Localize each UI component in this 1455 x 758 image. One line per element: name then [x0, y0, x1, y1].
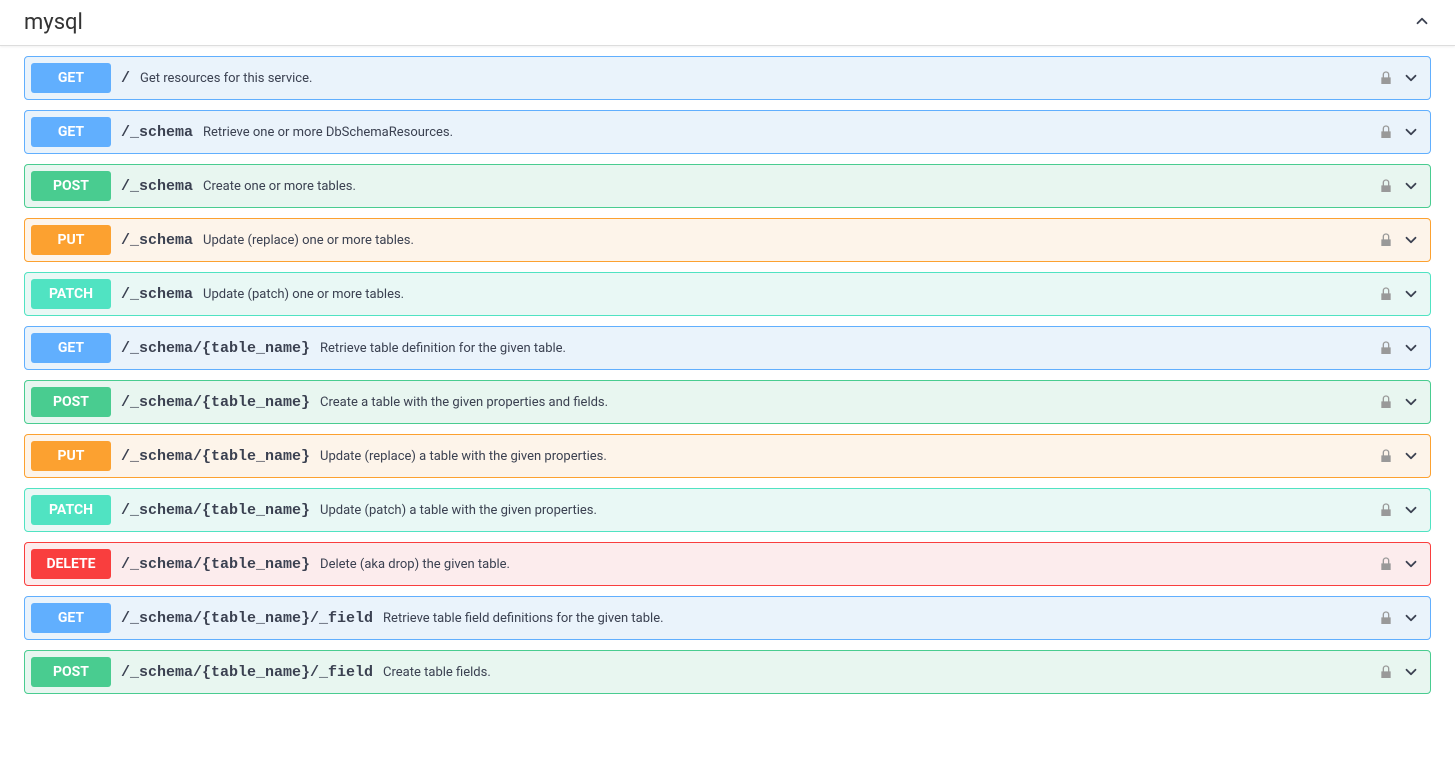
- chevron-down-icon[interactable]: [1402, 177, 1420, 195]
- endpoint-actions: [1378, 609, 1420, 627]
- lock-icon[interactable]: [1378, 394, 1394, 410]
- endpoint-path: /_schema/{table_name}/_field: [121, 610, 373, 627]
- endpoint-path: /_schema/{table_name}: [121, 448, 310, 465]
- lock-icon[interactable]: [1378, 610, 1394, 626]
- lock-icon[interactable]: [1378, 286, 1394, 302]
- endpoint-row[interactable]: PATCH /_schema Update (patch) one or more …: [24, 272, 1431, 316]
- endpoint-actions: [1378, 69, 1420, 87]
- chevron-down-icon[interactable]: [1402, 663, 1420, 681]
- endpoint-path: /_schema/{table_name}: [121, 556, 310, 573]
- method-badge: POST: [31, 171, 111, 201]
- section-title: mysql: [24, 10, 83, 35]
- endpoint-actions: [1378, 393, 1420, 411]
- endpoint-actions: [1378, 663, 1420, 681]
- endpoint-actions: [1378, 177, 1420, 195]
- lock-icon[interactable]: [1378, 556, 1394, 572]
- lock-icon[interactable]: [1378, 70, 1394, 86]
- endpoint-actions: [1378, 231, 1420, 249]
- endpoint-row[interactable]: GET /_schema Retrieve one or more DbSchema…: [24, 110, 1431, 154]
- endpoint-actions: [1378, 447, 1420, 465]
- lock-icon[interactable]: [1378, 340, 1394, 356]
- endpoint-row[interactable]: DELETE /_schema/{table_name} Delete (aka d…: [24, 542, 1431, 586]
- chevron-down-icon[interactable]: [1402, 501, 1420, 519]
- chevron-down-icon[interactable]: [1402, 69, 1420, 87]
- endpoint-actions: [1378, 501, 1420, 519]
- endpoint-actions: [1378, 123, 1420, 141]
- endpoint-desc: Create table fields.: [383, 665, 1378, 680]
- lock-icon[interactable]: [1378, 664, 1394, 680]
- endpoint-actions: [1378, 555, 1420, 573]
- endpoint-path: /_schema: [121, 232, 193, 249]
- endpoint-row[interactable]: GET /_schema/{table_name}/_field Retrieve …: [24, 596, 1431, 640]
- endpoint-desc: Retrieve one or more DbSchemaResources.: [203, 125, 1378, 140]
- endpoint-path: /_schema: [121, 124, 193, 141]
- method-badge: PATCH: [31, 495, 111, 525]
- endpoint-row[interactable]: PUT /_schema/{table_name} Update (replace)…: [24, 434, 1431, 478]
- lock-icon[interactable]: [1378, 178, 1394, 194]
- method-badge: GET: [31, 333, 111, 363]
- method-badge: POST: [31, 657, 111, 687]
- endpoint-path: /_schema: [121, 178, 193, 195]
- endpoint-desc: Retrieve table field definitions for the…: [383, 611, 1378, 626]
- chevron-down-icon[interactable]: [1402, 339, 1420, 357]
- endpoint-desc: Update (patch) a table with the given pr…: [320, 503, 1378, 518]
- endpoint-row[interactable]: POST /_schema/{table_name} Create a table …: [24, 380, 1431, 424]
- endpoint-desc: Retrieve table definition for the given …: [320, 341, 1378, 356]
- endpoint-row[interactable]: POST /_schema/{table_name}/_field Create t…: [24, 650, 1431, 694]
- endpoint-row[interactable]: GET /_schema/{table_name} Retrieve table d…: [24, 326, 1431, 370]
- lock-icon[interactable]: [1378, 448, 1394, 464]
- endpoint-path: /_schema/{table_name}/_field: [121, 664, 373, 681]
- method-badge: PUT: [31, 441, 111, 471]
- endpoint-row[interactable]: PUT /_schema Update (replace) one or more …: [24, 218, 1431, 262]
- endpoint-path: /: [121, 70, 130, 87]
- lock-icon[interactable]: [1378, 232, 1394, 248]
- endpoint-actions: [1378, 285, 1420, 303]
- section-header[interactable]: mysql: [0, 0, 1455, 46]
- endpoint-row[interactable]: POST /_schema Create one or more tables.: [24, 164, 1431, 208]
- endpoint-desc: Delete (aka drop) the given table.: [320, 557, 1378, 572]
- chevron-down-icon[interactable]: [1402, 447, 1420, 465]
- chevron-down-icon[interactable]: [1402, 393, 1420, 411]
- chevron-down-icon[interactable]: [1402, 555, 1420, 573]
- method-badge: DELETE: [31, 549, 111, 579]
- endpoint-desc: Update (patch) one or more tables.: [203, 287, 1378, 302]
- endpoint-desc: Create one or more tables.: [203, 179, 1378, 194]
- endpoint-list: GET / Get resources for this service. GET /_…: [0, 46, 1455, 724]
- endpoint-path: /_schema: [121, 286, 193, 303]
- method-badge: GET: [31, 603, 111, 633]
- endpoint-row[interactable]: GET / Get resources for this service.: [24, 56, 1431, 100]
- chevron-down-icon[interactable]: [1402, 285, 1420, 303]
- endpoint-desc: Update (replace) one or more tables.: [203, 233, 1378, 248]
- endpoint-desc: Update (replace) a table with the given …: [320, 449, 1378, 464]
- endpoint-row[interactable]: PATCH /_schema/{table_name} Update (patch)…: [24, 488, 1431, 532]
- chevron-down-icon[interactable]: [1402, 609, 1420, 627]
- endpoint-desc: Create a table with the given properties…: [320, 395, 1378, 410]
- lock-icon[interactable]: [1378, 502, 1394, 518]
- method-badge: PATCH: [31, 279, 111, 309]
- method-badge: GET: [31, 63, 111, 93]
- chevron-up-icon[interactable]: [1413, 12, 1431, 34]
- endpoint-actions: [1378, 339, 1420, 357]
- endpoint-path: /_schema/{table_name}: [121, 502, 310, 519]
- endpoint-path: /_schema/{table_name}: [121, 340, 310, 357]
- method-badge: GET: [31, 117, 111, 147]
- endpoint-desc: Get resources for this service.: [140, 71, 1378, 86]
- lock-icon[interactable]: [1378, 124, 1394, 140]
- chevron-down-icon[interactable]: [1402, 231, 1420, 249]
- method-badge: POST: [31, 387, 111, 417]
- method-badge: PUT: [31, 225, 111, 255]
- chevron-down-icon[interactable]: [1402, 123, 1420, 141]
- endpoint-path: /_schema/{table_name}: [121, 394, 310, 411]
